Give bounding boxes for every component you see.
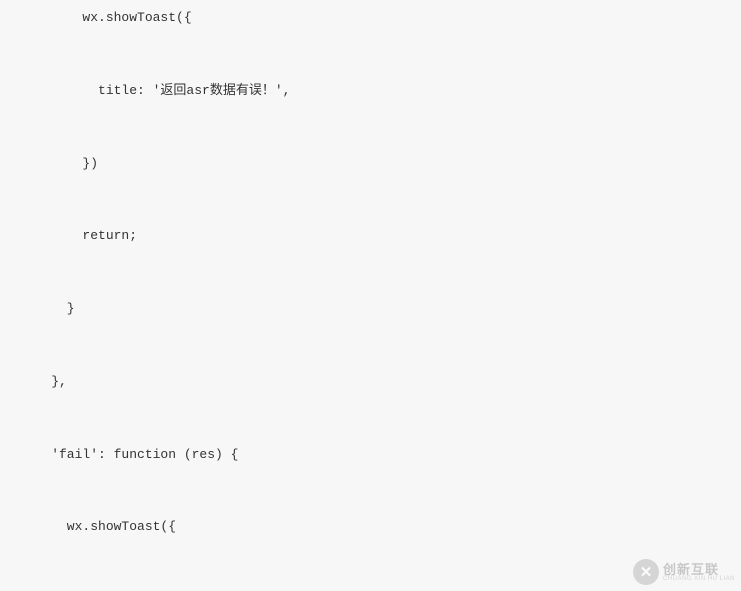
watermark-icon: ✕ bbox=[633, 559, 659, 585]
code-line: return; bbox=[20, 218, 741, 254]
code-line: } bbox=[20, 291, 741, 327]
code-line: wx.showToast({ bbox=[20, 509, 741, 545]
code-line: 'fail': function (res) { bbox=[20, 437, 741, 473]
code-line: wx.showToast({ bbox=[20, 0, 741, 36]
watermark-sub: CHUANG XIN HU LIAN bbox=[663, 576, 735, 582]
watermark-main: 创新互联 bbox=[663, 563, 735, 576]
code-block: wx.showToast({ title: '返回asr数据有误！', }) r… bbox=[0, 0, 741, 591]
code-line: }) bbox=[20, 146, 741, 182]
code-line: title: '返回asr数据有误！', bbox=[20, 73, 741, 109]
watermark-text: 创新互联 CHUANG XIN HU LIAN bbox=[663, 563, 735, 582]
watermark: ✕ 创新互联 CHUANG XIN HU LIAN bbox=[633, 559, 735, 585]
code-line: }, bbox=[20, 364, 741, 400]
